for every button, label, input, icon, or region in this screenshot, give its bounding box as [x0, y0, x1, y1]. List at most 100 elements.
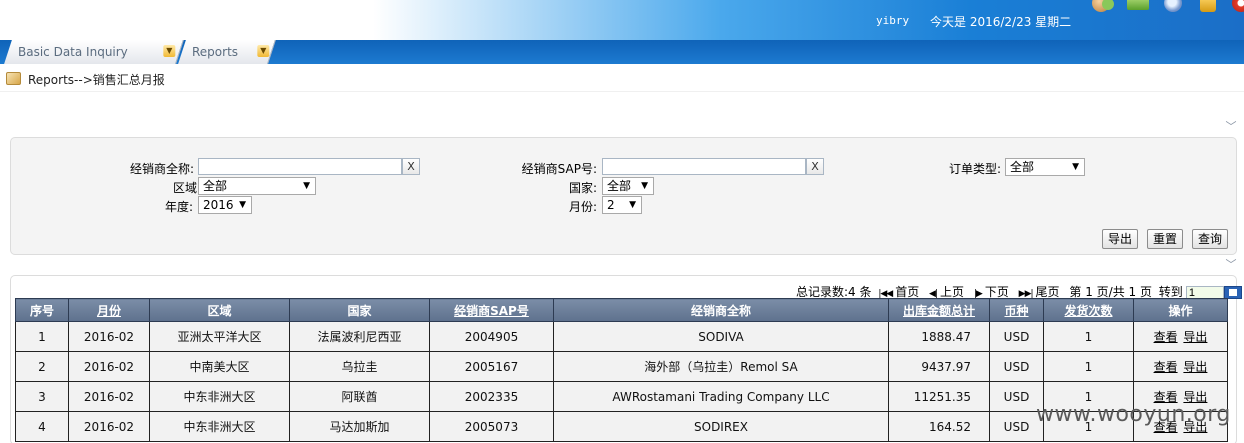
table-row: 2 2016-02 中南美大区 乌拉圭 2005167 海外部（乌拉圭）Remo…: [15, 351, 1228, 382]
cell-sap: 2005167: [429, 351, 554, 382]
export-link[interactable]: 导出: [1183, 330, 1207, 344]
cell-region: 中东非洲大区: [149, 411, 290, 442]
export-button[interactable]: 导出: [1102, 229, 1138, 249]
year-label: 年度:: [164, 200, 193, 214]
cell-no: 1: [15, 321, 69, 352]
chevron-down-icon: ▼: [641, 181, 648, 191]
cell-actions: 查看 导出: [1133, 321, 1228, 352]
col-header-actions: 操作: [1133, 298, 1228, 322]
cell-region: 中东非洲大区: [149, 381, 290, 412]
dealer-sap-input[interactable]: [602, 158, 806, 175]
collapse-search-icon[interactable]: ﹀: [1224, 121, 1238, 132]
cell-country: 乌拉圭: [289, 351, 430, 382]
report-icon: [6, 72, 21, 85]
cell-sap: 2005073: [429, 411, 554, 442]
year-value: 2016: [203, 198, 234, 212]
country-label: 国家:: [568, 181, 597, 195]
order-type-label: 订单类型:: [948, 162, 1001, 176]
header-toolbar: [1092, 0, 1244, 14]
cell-country: 马达加斯加: [289, 411, 430, 442]
cell-no: 3: [15, 381, 69, 412]
search-panel: 经销商全称: X 经销商SAP号: X 订单类型: 全部 ▼ 区域: 全部 ▼ …: [10, 137, 1237, 255]
menu-reports[interactable]: Reports ▼: [178, 40, 276, 64]
cell-count: 1: [1043, 321, 1134, 352]
order-type-select[interactable]: 全部 ▼: [1005, 158, 1085, 176]
country-select[interactable]: 全部 ▼: [602, 177, 654, 195]
cell-no: 2: [15, 351, 69, 382]
table-header-row: 序号 月份 区域 国家 经销商SAP号 经销商全称 出库金额总计 币种 发货次数…: [15, 298, 1228, 322]
chevron-down-icon: ▼: [303, 181, 310, 191]
region-select[interactable]: 全部 ▼: [198, 177, 316, 195]
main-menu: Basic Data Inquiry ▼ Reports ▼: [0, 40, 1244, 64]
cell-name: AWRostamani Trading Company LLC: [553, 381, 889, 412]
current-user: yibry: [876, 14, 910, 27]
clear-dealer-name-button[interactable]: X: [402, 158, 420, 175]
col-header-name: 经销商全称: [553, 298, 889, 322]
col-header-no: 序号: [15, 298, 69, 322]
country-value: 全部: [607, 179, 632, 193]
cell-currency: USD: [989, 351, 1044, 382]
watermark: www.wooyun.org: [1036, 402, 1231, 427]
menu-basic-data-inquiry[interactable]: Basic Data Inquiry ▼: [4, 40, 184, 64]
col-header-count[interactable]: 发货次数: [1043, 298, 1134, 322]
cell-amount: 11251.35: [888, 381, 990, 412]
cell-region: 亚洲太平洋大区: [149, 321, 290, 352]
forward-icon[interactable]: [1127, 0, 1149, 10]
cell-country: 阿联酋: [289, 381, 430, 412]
month-select[interactable]: 2 ▼: [602, 196, 642, 214]
breadcrumb: Reports-->销售汇总月报: [28, 73, 165, 87]
chevron-down-icon: ▼: [239, 200, 246, 210]
cell-amount: 1888.47: [888, 321, 990, 352]
cell-no: 4: [15, 411, 69, 442]
view-link[interactable]: 查看: [1154, 330, 1178, 344]
cell-month: 2016-02: [68, 321, 150, 352]
cell-actions: 查看 导出: [1133, 351, 1228, 382]
chevron-down-icon: ▼: [1072, 162, 1079, 172]
search-icon[interactable]: [1164, 0, 1182, 12]
dealer-name-label: 经销商全称:: [129, 162, 194, 176]
cell-sap: 2004905: [429, 321, 554, 352]
cell-name: SODIVA: [553, 321, 889, 352]
cell-amount: 9437.97: [888, 351, 990, 382]
chevron-down-icon: ▼: [629, 200, 636, 210]
menu-label: Basic Data Inquiry: [18, 45, 128, 59]
table-row: 1 2016-02 亚洲太平洋大区 法属波利尼西亚 2004905 SODIVA…: [15, 321, 1228, 352]
year-select[interactable]: 2016 ▼: [198, 196, 252, 214]
col-header-region: 区域: [149, 298, 290, 322]
export-link[interactable]: 导出: [1183, 360, 1207, 374]
view-link[interactable]: 查看: [1154, 360, 1178, 374]
current-date: 今天是 2016/2/23 星期二: [930, 15, 1072, 29]
col-header-currency[interactable]: 币种: [989, 298, 1044, 322]
cell-month: 2016-02: [68, 381, 150, 412]
dealer-name-input[interactable]: [198, 158, 402, 175]
order-type-value: 全部: [1010, 160, 1035, 174]
col-header-country: 国家: [289, 298, 430, 322]
cell-name: 海外部（乌拉圭）Remol SA: [553, 351, 889, 382]
cell-month: 2016-02: [68, 411, 150, 442]
region-label: 区域:: [172, 181, 201, 195]
message-bubble-icon: [1102, 0, 1114, 10]
reset-button[interactable]: 重置: [1147, 229, 1183, 249]
cell-currency: USD: [989, 321, 1044, 352]
power-icon[interactable]: [1232, 0, 1244, 12]
pagination: 总记录数:4 条 |◀◀ 首页 ◀| 上页 |▶ 下页 ▶▶| 尾页 第 1 页/共 1…: [796, 283, 1244, 299]
cell-name: SODIREX: [553, 411, 889, 442]
month-value: 2: [607, 198, 615, 212]
query-button[interactable]: 查询: [1192, 229, 1228, 249]
cell-count: 1: [1043, 351, 1134, 382]
col-header-month[interactable]: 月份: [68, 298, 150, 322]
breadcrumb-bar: Reports-->销售汇总月报: [0, 64, 1244, 92]
cell-sap: 2002335: [429, 381, 554, 412]
collapse-results-icon[interactable]: ﹀: [1224, 259, 1238, 270]
clear-dealer-sap-button[interactable]: X: [806, 158, 824, 175]
lock-icon[interactable]: [1200, 0, 1216, 12]
cell-country: 法属波利尼西亚: [289, 321, 430, 352]
top-header: yibry 今天是 2016/2/23 星期二: [0, 0, 1244, 40]
chevron-down-icon[interactable]: ▼: [163, 45, 176, 57]
cell-amount: 164.52: [888, 411, 990, 442]
col-header-amount[interactable]: 出库金额总计: [888, 298, 990, 322]
menu-label: Reports: [192, 45, 239, 59]
chevron-down-icon[interactable]: ▼: [257, 45, 270, 57]
dealer-sap-label: 经销商SAP号:: [521, 162, 597, 176]
col-header-sap[interactable]: 经销商SAP号: [429, 298, 554, 322]
